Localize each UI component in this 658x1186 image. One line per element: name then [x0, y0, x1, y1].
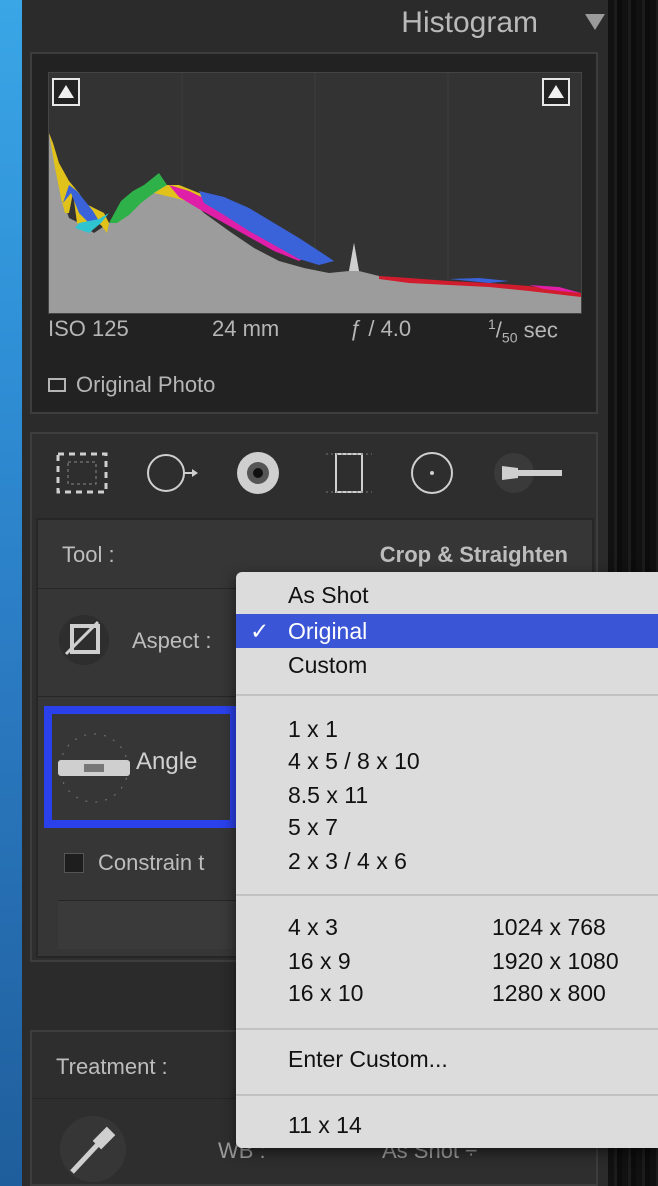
spot-removal-icon[interactable] — [142, 448, 202, 498]
menu-item[interactable]: 16 x 9 — [288, 944, 351, 978]
exif-focal-length: 24 mm — [212, 316, 280, 341]
shutter-denominator: 50 — [501, 329, 518, 346]
angle-highlight: Angle — [44, 706, 238, 828]
original-photo-toggle[interactable]: Original Photo — [48, 372, 215, 398]
histogram-title[interactable]: Histogram — [401, 6, 538, 40]
graduated-filter-icon[interactable] — [318, 448, 378, 498]
original-photo-checkbox[interactable] — [48, 378, 66, 392]
adjustment-brush-icon[interactable] — [488, 448, 578, 498]
menu-separator — [236, 1028, 658, 1030]
menu-item[interactable]: As Shot — [288, 578, 369, 612]
aspect-label: Aspect : — [132, 628, 212, 653]
tool-label: Tool : — [62, 542, 115, 567]
menu-item[interactable]: 11 x 14 — [288, 1108, 362, 1142]
menu-item[interactable]: 2 x 3 / 4 x 6 — [288, 844, 407, 878]
menu-item[interactable]: 4 x 3 — [288, 910, 338, 944]
original-photo-label: Original Photo — [76, 372, 216, 397]
menu-item-resolution: 1024 x 768 — [492, 914, 606, 940]
constrain-to-image[interactable]: Constrain t — [64, 850, 204, 876]
shadow-clipping-toggle[interactable] — [52, 78, 80, 106]
menu-separator — [236, 1094, 658, 1096]
menu-item-resolution: 1280 x 800 — [492, 980, 606, 1006]
histogram-panel: ISO 125 24 mm ƒ / 4.0 1/50 sec Original … — [30, 52, 598, 414]
angle-label: Angle — [136, 748, 198, 775]
menu-separator — [236, 694, 658, 696]
constrain-label: Constrain t — [98, 850, 205, 875]
crop-icon[interactable] — [52, 448, 112, 498]
collapse-triangle-icon[interactable] — [585, 14, 605, 30]
menu-item-selected[interactable]: Original — [288, 614, 367, 648]
radial-filter-icon[interactable] — [402, 448, 462, 498]
exif-aperture: ƒ / 4.0 — [350, 316, 412, 341]
highlight-clipping-toggle[interactable] — [542, 78, 570, 106]
shutter-numerator: 1 — [488, 316, 496, 332]
menu-separator — [236, 894, 658, 896]
tool-name: Crop & Straighten — [379, 542, 568, 567]
straighten-tool-icon[interactable] — [56, 720, 132, 816]
checkmark-icon: ✓ — [250, 618, 270, 644]
aspect-ratio-menu: As Shot ✓ Original Custom 1 x 1 4 x 5 / … — [236, 572, 658, 1148]
white-balance-picker-icon[interactable] — [58, 1114, 128, 1184]
menu-item[interactable]: 8.5 x 11 — [288, 778, 368, 812]
treatment-label: Treatment : — [56, 1054, 168, 1079]
menu-item[interactable]: 4 x 5 / 8 x 10 — [288, 744, 420, 778]
menu-item[interactable]: 16 x 10 — [288, 976, 363, 1010]
crop-frame-icon[interactable] — [54, 614, 114, 666]
menu-item-resolution: 1920 x 1080 — [492, 948, 619, 974]
red-eye-icon[interactable] — [228, 448, 288, 498]
menu-item[interactable]: 1 x 1 — [288, 712, 338, 746]
constrain-checkbox[interactable] — [64, 853, 84, 873]
menu-item-enter-custom[interactable]: Enter Custom... — [288, 1042, 448, 1076]
histogram-graph[interactable] — [48, 72, 582, 314]
menu-item[interactable]: Custom — [288, 648, 367, 682]
exif-iso: ISO 125 — [48, 316, 129, 341]
histogram-plot — [49, 73, 581, 313]
menu-item[interactable]: 5 x 7 — [288, 810, 338, 844]
exif-shutter: 1/50 sec — [488, 316, 558, 346]
shutter-unit: sec — [517, 317, 558, 343]
